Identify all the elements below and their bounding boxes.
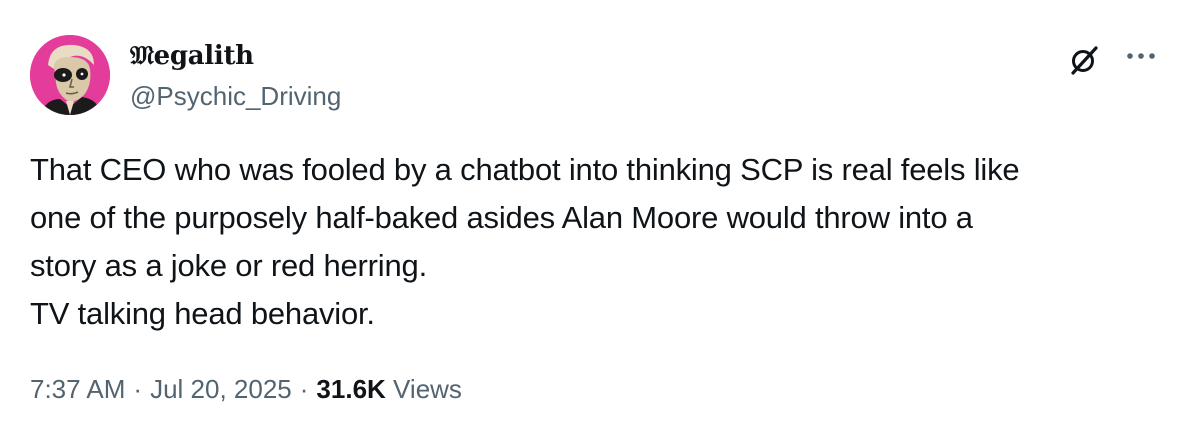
tweet-text-line: That CEO who was fooled by a chatbot int… (30, 152, 1020, 187)
tweet-text: That CEO who was fooled by a chatbot int… (30, 146, 1160, 338)
tweet-text-line: story as a joke or red herring. (30, 248, 427, 283)
more-options-icon[interactable] (1122, 42, 1160, 78)
tweet-date[interactable]: Jul 20, 2025 (150, 374, 292, 404)
user-handle[interactable]: @Psychic_Driving (130, 80, 341, 112)
tweet-time[interactable]: 7:37 AM (30, 374, 125, 404)
avatar[interactable] (30, 35, 110, 115)
meta-separator: · (133, 374, 143, 404)
avatar-image (30, 35, 110, 115)
tweet-text-line: one of the purposely half-baked asides A… (30, 200, 973, 235)
views-count: 31.6K (316, 374, 386, 404)
display-name[interactable]: 𝔐egalith (130, 40, 254, 72)
views-label: Views (393, 374, 462, 404)
tweet-text-line: TV talking head behavior. (30, 296, 375, 331)
grok-icon[interactable] (1066, 42, 1102, 78)
meta-separator: · (299, 374, 309, 404)
tweet-card: 𝔐egalith @Psychic_Driving That CEO who w… (0, 0, 1186, 440)
tweet-meta: 7:37 AM · Jul 20, 2025 · 31.6K Views (30, 372, 462, 406)
